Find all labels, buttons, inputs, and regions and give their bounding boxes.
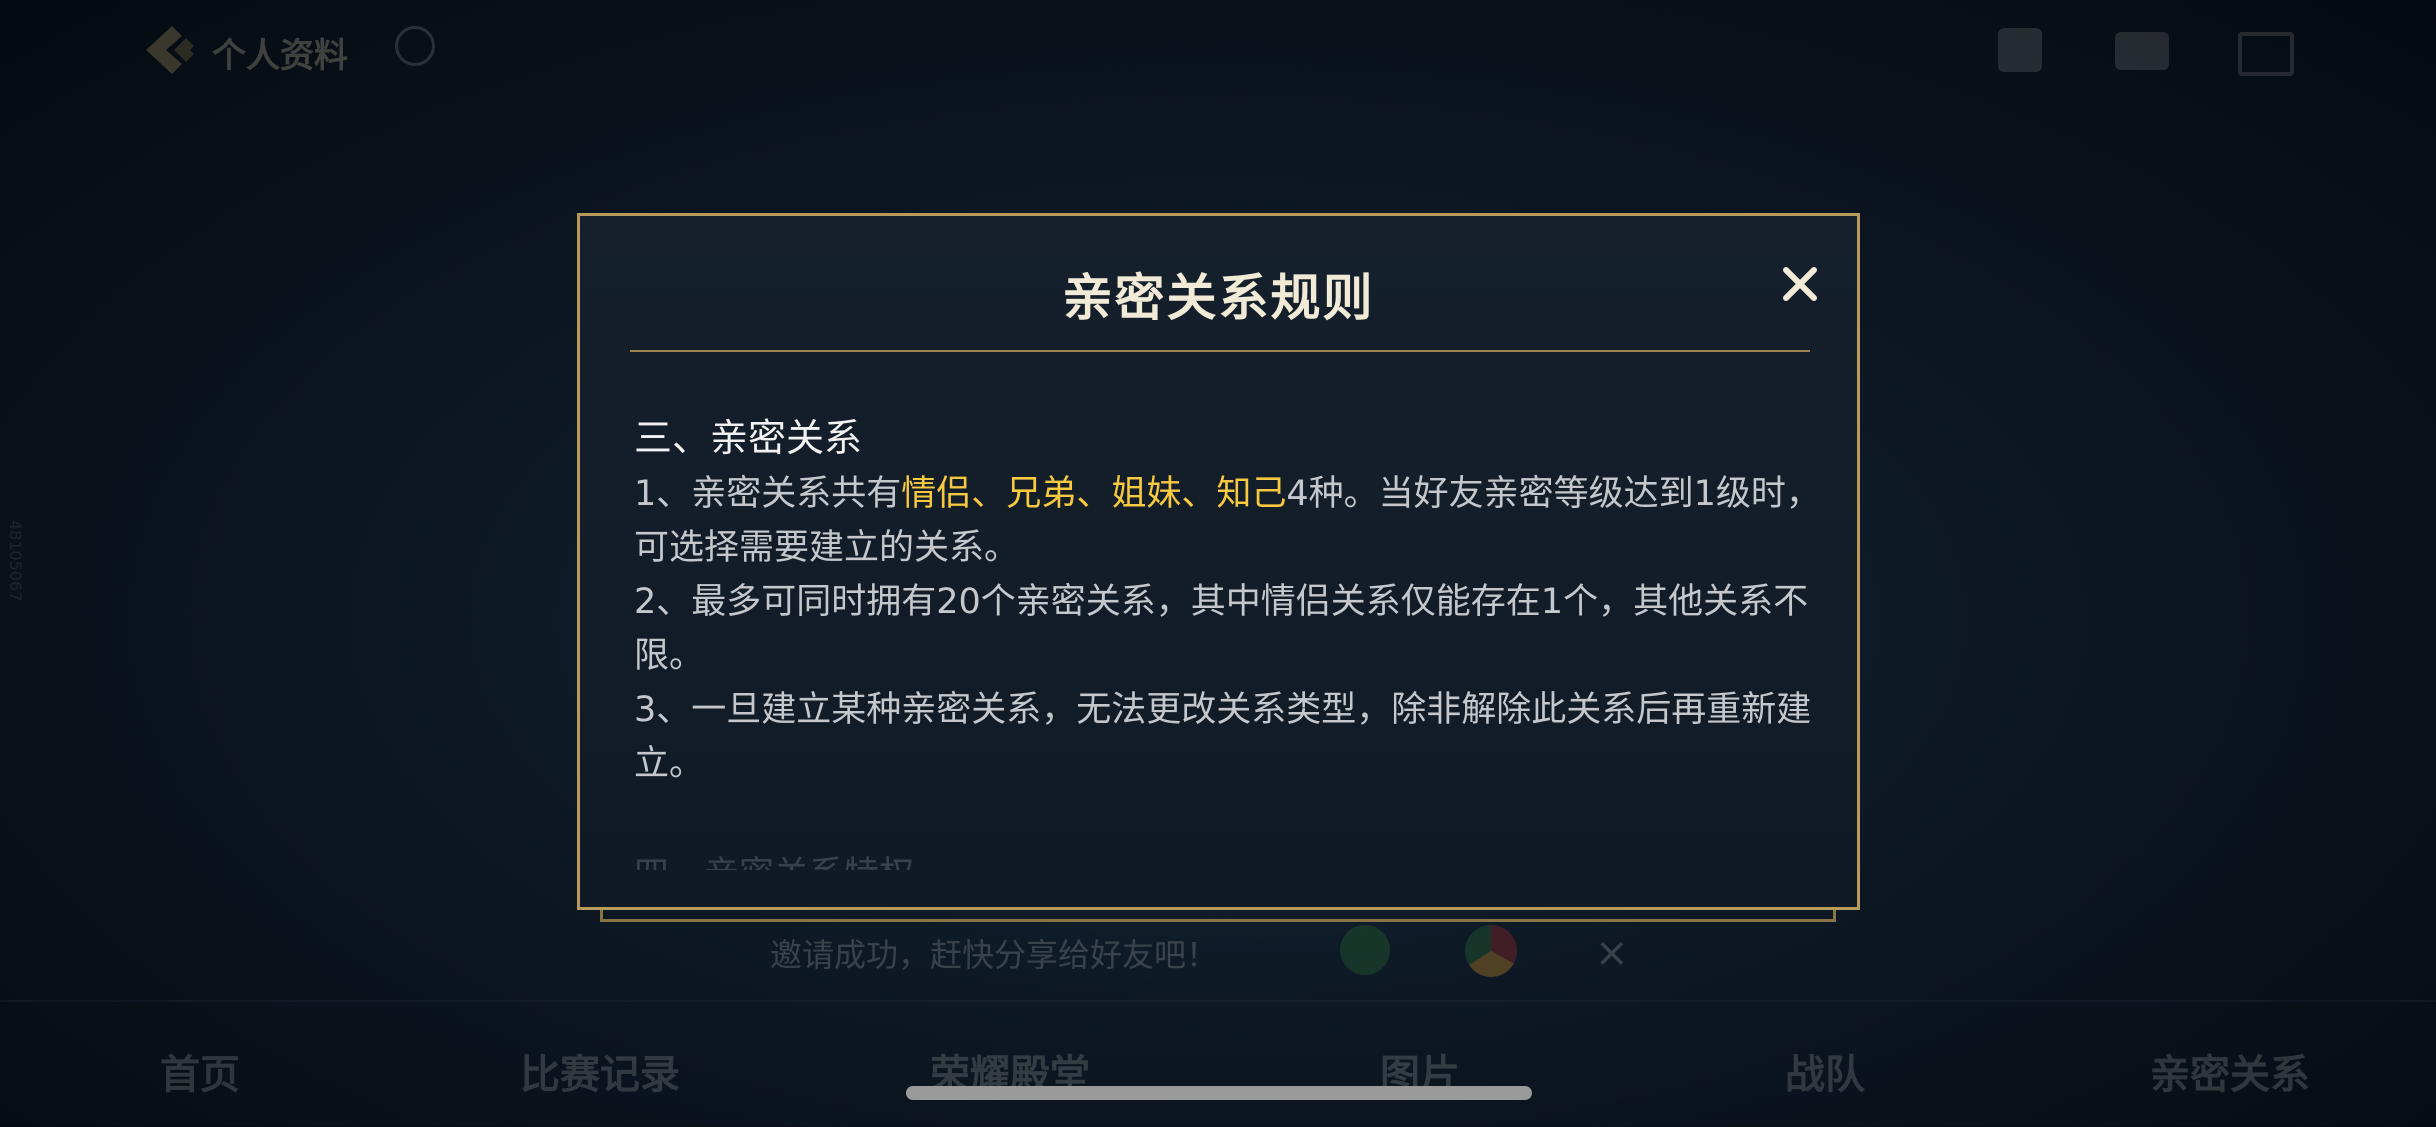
rule-3: 3、一旦建立某种亲密关系，无法更改关系类型，除非解除此关系后再重新建立。 — [634, 690, 1812, 784]
rules-content: 三、亲密关系 1、亲密关系共有情侣、兄弟、姐妹、知己4种。当好友亲密等级达到1级… — [634, 411, 1824, 791]
type-separator: 、 — [1076, 474, 1112, 514]
back-button[interactable] — [138, 22, 198, 78]
close-button[interactable] — [1770, 254, 1830, 314]
rule-2: 2、最多可同时拥有20个亲密关系，其中情侣关系仅能存在1个，其他关系不限。 — [634, 582, 1809, 676]
next-section-partial: 四、亲密关系特权 — [634, 848, 914, 870]
type-sisters: 姐妹 — [1111, 474, 1182, 514]
dialog-title: 亲密关系规则 — [1062, 269, 1375, 327]
rule-1-prefix: 1、亲密关系共有 — [634, 474, 902, 514]
rules-dialog: 亲密关系规则 三、亲密关系 1、亲密关系共有情侣、兄弟、姐妹、知己4种。当好友亲… — [577, 213, 1860, 910]
type-separator: 、 — [1181, 474, 1217, 514]
tab-intimacy[interactable]: 亲密关系 — [2150, 1042, 2310, 1100]
type-separator: 、 — [971, 474, 1007, 514]
mail-icon[interactable] — [2115, 32, 2169, 70]
close-icon — [1783, 267, 1817, 301]
rule-1: 1、亲密关系共有情侣、兄弟、姐妹、知己4种。当好友亲密等级达到1级时，可选择需要… — [634, 467, 1824, 575]
back-icon — [146, 26, 194, 74]
settings-icon[interactable] — [1998, 28, 2042, 72]
share-close-icon[interactable]: × — [1595, 930, 1629, 976]
type-confidant: 知己 — [1216, 474, 1287, 514]
tab-home[interactable]: 首页 — [160, 1042, 240, 1100]
title-divider — [630, 350, 1810, 352]
type-couple: 情侣 — [901, 474, 972, 514]
home-indicator[interactable] — [906, 1086, 1532, 1100]
top-bar: 个人资料 — [0, 0, 2436, 100]
tab-match-history[interactable]: 比赛记录 — [520, 1042, 680, 1100]
friends-icon[interactable] — [2238, 32, 2294, 76]
help-icon[interactable] — [395, 26, 435, 66]
type-brothers: 兄弟 — [1006, 474, 1077, 514]
wechat-share-icon[interactable] — [1340, 925, 1390, 975]
share-text: 邀请成功，赶快分享给好友吧！ — [770, 936, 1219, 974]
bottom-tab-bar: 首页 比赛记录 荣耀殿堂 图片 战队 亲密关系 — [0, 1000, 2436, 1127]
browser-share-icon[interactable] — [1465, 925, 1517, 977]
tab-team[interactable]: 战队 — [1785, 1042, 1865, 1100]
section-heading: 三、亲密关系 — [634, 416, 863, 460]
page-title: 个人资料 — [212, 36, 348, 76]
dialog-bottom-edge — [600, 908, 1836, 922]
id-watermark: 48105067 — [6, 520, 25, 602]
